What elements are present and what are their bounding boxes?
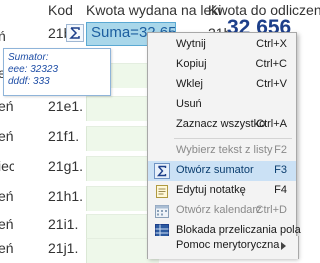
tooltip-title: Sumator: [8,52,49,63]
menu-item-edit-note[interactable]: Edytuj notatkę F4 [148,181,296,201]
context-menu: Wytnij Ctrl+X Kopiuj Ctrl+C Wklej Ctrl+V… [147,32,301,258]
sumator-button[interactable] [66,24,84,42]
menu-item-shortcut: Ctrl+D [255,204,287,216]
menu-item-substantive-help[interactable]: Pomoc merytoryczna [148,236,296,256]
menu-item-shortcut: F3 [274,164,287,176]
note-icon [156,185,168,198]
menu-item-label: Zaznacz wszystko [176,118,266,130]
row-code: 21j1. [48,240,79,256]
menu-item-label: Edytuj notatkę [176,184,246,196]
header-code: Kod [48,2,73,18]
row-label: eń [0,240,14,256]
tooltip-line: eee: 32323 [8,64,59,75]
row-label: eń [0,98,14,114]
menu-item-label: Blokada przeliczania pola [176,224,301,236]
menu-item-pick-text[interactable]: Wybierz tekst z listy F2 [148,141,296,161]
sumator-tooltip: Sumator: eee: 32323 dddf: 333 [3,48,111,96]
submenu-arrow-icon [281,242,286,250]
row-code: 21h1. [48,188,84,204]
row-label-fragment: ń [0,28,6,44]
menu-item-label: Wybierz tekst z listy [176,144,273,156]
row-code: 21g1. [48,158,84,174]
tooltip-line: dddf: 333 [8,76,50,87]
sigma-icon [69,27,80,39]
menu-item-label: Usuń [176,98,202,110]
row-label: eń [0,128,14,144]
menu-item-shortcut: Ctrl+A [256,118,287,130]
menu-item-label: Otwórz sumator [176,164,254,176]
row-code: 21f1. [48,128,80,144]
menu-item-label: Pomoc merytoryczna [176,239,280,251]
menu-item-shortcut: Ctrl+C [255,58,287,70]
menu-item-delete[interactable]: Usuń [148,95,296,115]
menu-item-shortcut: F4 [274,184,287,196]
menu-item-select-all[interactable]: Zaznacz wszystko Ctrl+A [148,115,296,135]
row-label: iec [0,158,14,174]
menu-item-label: Wklej [176,78,203,90]
menu-item-shortcut: Ctrl+X [256,38,287,50]
row-code: 21e1. [48,98,84,114]
menu-item-cut[interactable]: Wytnij Ctrl+X [148,35,296,55]
menu-item-label: Kopiuj [176,58,207,70]
menu-item-copy[interactable]: Kopiuj Ctrl+C [148,55,296,75]
header-meds-amount: Kwota wydana na leki [86,2,222,18]
row-label: eń [0,188,14,204]
sigma-icon [154,163,170,179]
menu-item-paste[interactable]: Wklej Ctrl+V [148,75,296,95]
menu-item-shortcut: Ctrl+V [256,78,287,90]
menu-item-open-calendar[interactable]: Otwórz kalendarz Ctrl+D [148,201,296,221]
menu-item-open-sumator[interactable]: Otwórz sumator F3 [148,161,296,181]
menu-item-label: Otwórz kalendarz [176,204,262,216]
calendar-icon [155,205,169,218]
menu-separator [174,138,292,139]
menu-item-label: Wytnij [176,38,206,50]
menu-item-shortcut: F2 [274,144,287,156]
